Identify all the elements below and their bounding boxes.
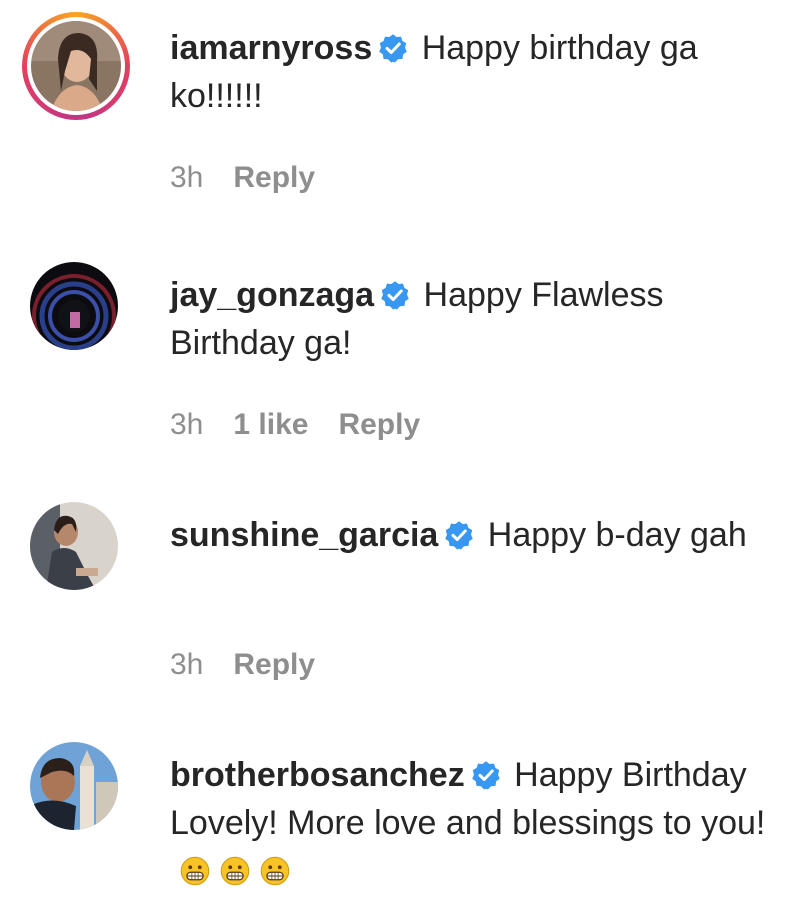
comment-body: brotherbosanchez Happy Birthday Lovely! … [170,751,770,895]
verified-badge-icon [378,33,408,63]
avatar[interactable] [22,259,130,367]
grinning-face-icon [180,856,210,886]
reply-button[interactable]: Reply [338,408,420,441]
reply-button[interactable]: Reply [233,648,315,681]
grinning-face-icon [260,856,290,886]
verified-badge-icon [471,760,501,790]
comment-timestamp[interactable]: 3h [170,648,203,681]
comment-timestamp[interactable]: 3h [170,161,203,194]
avatar[interactable] [22,739,130,847]
comment-username[interactable]: jay_gonzaga [170,276,374,314]
verified-badge-icon [444,520,474,550]
avatar[interactable] [22,12,130,120]
avatar-image [31,21,121,111]
verified-badge-icon [380,280,410,310]
avatar-image [30,262,118,350]
comment-username[interactable]: brotherbosanchez [170,756,465,794]
reply-button[interactable]: Reply [233,161,315,194]
comment-text: Happy b-day gah [487,516,747,554]
comment-meta: 3h 1 like Reply [170,407,450,443]
avatar[interactable] [22,499,130,607]
comment-username[interactable]: iamarnyross [170,29,372,67]
grinning-face-icon [220,856,250,886]
comment-username[interactable]: sunshine_garcia [170,516,438,554]
comment-meta: 3h Reply [170,647,345,683]
comment-body: sunshine_garcia Happy b-day gah [170,511,770,559]
comment-body: jay_gonzaga Happy Flawless Birthday ga! [170,271,770,367]
comment-meta: 3h Reply [170,160,345,196]
avatar-image [30,502,118,590]
comment-list: iamarnyross Happy birthday ga ko!!!!!! 3… [0,0,800,900]
like-count[interactable]: 1 like [233,408,308,441]
comment-body: iamarnyross Happy birthday ga ko!!!!!! [170,24,770,120]
avatar-image [30,742,118,830]
comment-timestamp[interactable]: 3h [170,408,203,441]
